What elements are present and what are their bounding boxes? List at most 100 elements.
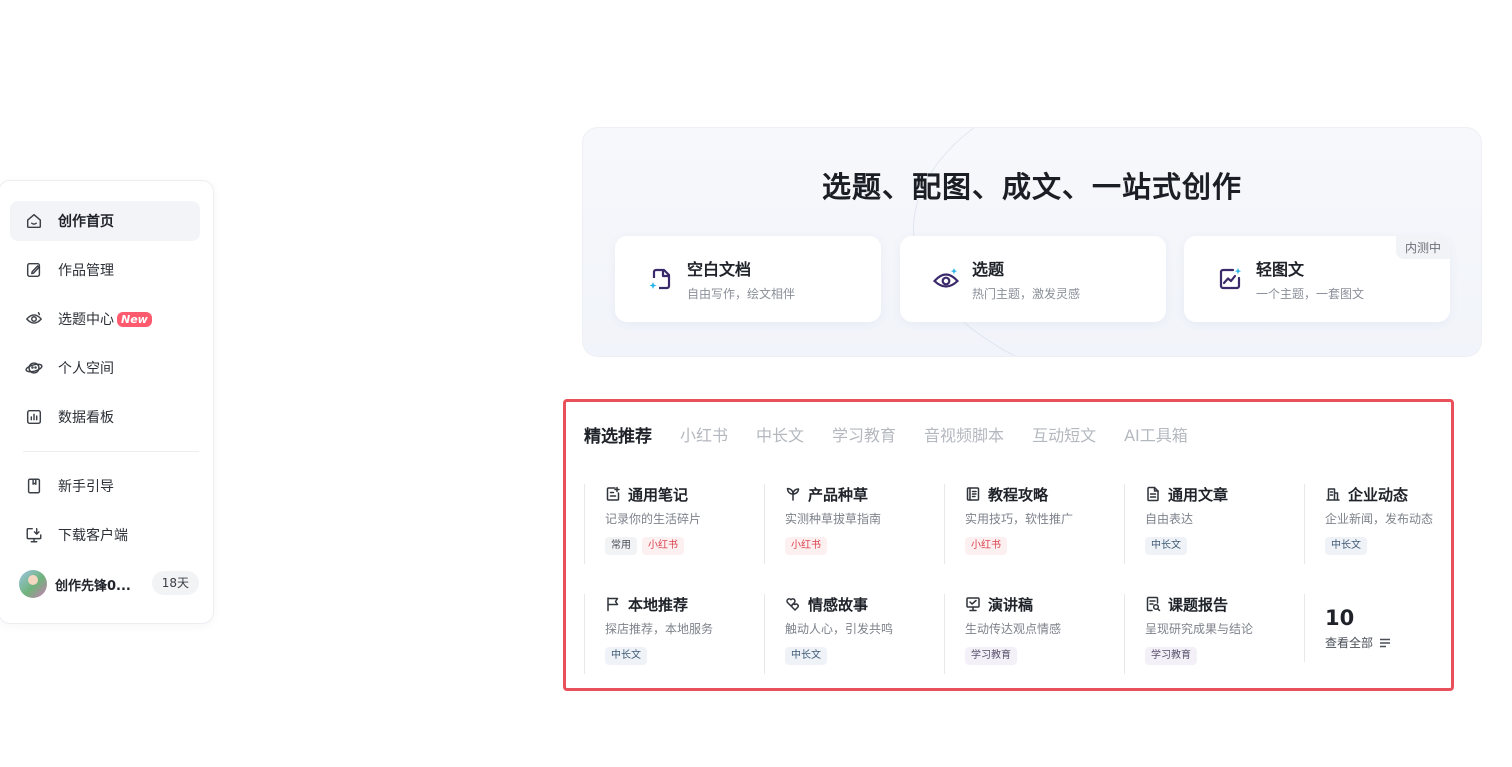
flag-icon [607,597,619,612]
note-icon [606,486,620,501]
sprout-icon [786,487,800,501]
template-tag: 中长文 [1325,537,1367,555]
card-subtitle: 热门主题，激发灵感 [972,287,1081,301]
template-desc: 呈现研究成果与结论 [1145,622,1254,636]
sidebar: 创作首页 作品管理 选题中心 New 个人空间 数据看板 新手引导 下载客户端 … [0,180,214,624]
template-tag: 常用 [605,537,637,555]
templates-count: 10 [1325,606,1355,630]
edit-icon [24,260,44,280]
sidebar-item-space[interactable]: 个人空间 [10,348,200,388]
sidebar-item-label: 作品管理 [58,263,114,279]
sidebar-item-label: 个人空间 [58,361,114,377]
template-tag: 中长文 [1145,537,1187,555]
template-desc: 探店推荐，本地服务 [605,622,714,636]
avatar[interactable] [19,570,47,598]
template-tabs: 精选推荐 小红书 中长文 学习教育 音视频脚本 互动短文 AI工具箱 [584,422,1216,447]
template-tag: 中长文 [785,647,827,665]
view-all-templates[interactable]: 10 查看全部 [1304,594,1474,662]
sidebar-item-topics[interactable]: 选题中心 New [10,299,200,339]
template-desc: 实用技巧，软性推广 [965,512,1074,526]
eye-sparkle-icon [932,265,960,293]
sidebar-item-label: 数据看板 [58,410,114,426]
sidebar-item-works[interactable]: 作品管理 [10,250,200,290]
sidebar-divider [23,451,199,452]
sidebar-item-home[interactable]: 创作首页 [10,201,200,241]
template-title: 产品种草 [808,485,869,504]
card-title: 选题 [972,260,1005,279]
blank-doc-card[interactable]: 空白文档 自由写作，绘文相伴 [615,236,881,322]
tab-xiaohongshu[interactable]: 小红书 [680,422,728,447]
template-title: 演讲稿 [988,595,1034,614]
hero-title: 选题、配图、成文、一站式创作 [821,170,1242,204]
light-image-card[interactable]: 内测中 轻图文 一个主题，一套图文 [1184,236,1450,322]
beta-tag: 内测中 [1395,236,1450,259]
template-tutorial[interactable]: 教程攻略 实用技巧，软性推广 小红书 [944,484,1114,564]
blank-doc-icon [647,265,675,293]
template-company-news[interactable]: 企业动态 企业新闻，发布动态 中长文 [1304,484,1474,564]
user-name: 创作先锋0... [55,578,131,594]
sidebar-item-dashboard[interactable]: 数据看板 [10,397,200,437]
tab-education[interactable]: 学习教育 [832,422,896,447]
list-icon [1380,638,1391,647]
tab-interactive-short[interactable]: 互动短文 [1032,422,1096,447]
report-icon [1146,596,1161,612]
eye-icon [24,309,44,329]
template-local-recommend[interactable]: 本地推荐 探店推荐，本地服务 中长文 [584,594,754,674]
tab-long-article[interactable]: 中长文 [756,422,804,447]
planet-icon [24,358,44,378]
template-tag: 小红书 [965,537,1007,555]
card-title: 空白文档 [687,260,752,279]
sidebar-item-label: 下载客户端 [58,528,128,544]
template-general-article[interactable]: 通用文章 自由表达 中长文 [1124,484,1294,564]
membership-days-badge: 18天 [151,571,199,595]
template-tag: 中长文 [605,647,647,665]
tab-featured[interactable]: 精选推荐 [584,422,652,447]
template-desc: 自由表达 [1145,512,1194,526]
template-desc: 生动传达观点情感 [965,622,1062,636]
monitor-download-icon [24,525,44,545]
sidebar-item-download[interactable]: 下载客户端 [10,515,200,555]
image-sparkle-icon [1216,265,1244,293]
template-research-report[interactable]: 课题报告 呈现研究成果与结论 学习教育 [1124,594,1294,674]
template-tag: 学习教育 [1145,647,1197,665]
template-product-review[interactable]: 产品种草 实测种草拔草指南 小红书 [764,484,934,564]
template-desc: 实测种草拔草指南 [785,512,882,526]
book-icon [966,487,980,501]
tab-av-script[interactable]: 音视频脚本 [924,422,1004,447]
template-emotional-story[interactable]: 情感故事 触动人心，引发共鸣 中长文 [764,594,934,674]
sidebar-item-label: 新手引导 [58,479,114,495]
card-subtitle: 一个主题，一套图文 [1256,287,1365,301]
user-profile[interactable]: 创作先锋0... 18天 [19,569,199,599]
template-title: 课题报告 [1168,595,1229,614]
template-desc: 企业新闻，发布动态 [1325,512,1434,526]
template-panel: 精选推荐 小红书 中长文 学习教育 音视频脚本 互动短文 AI工具箱 通用笔记 … [563,399,1454,691]
topic-card[interactable]: 选题 热门主题，激发灵感 [900,236,1166,322]
chart-icon [24,407,44,427]
sidebar-item-label: 选题中心 [58,312,114,328]
hearts-icon [786,598,799,611]
template-desc: 触动人心，引发共鸣 [785,622,894,636]
template-title: 情感故事 [808,595,869,614]
card-subtitle: 自由写作，绘文相伴 [687,287,796,301]
template-speech[interactable]: 演讲稿 生动传达观点情感 学习教育 [944,594,1114,674]
template-title: 通用文章 [1168,485,1229,504]
template-tag: 学习教育 [965,647,1017,665]
template-tag: 小红书 [642,537,684,555]
card-title: 轻图文 [1256,260,1305,279]
bookmark-icon [24,476,44,496]
sidebar-item-label: 创作首页 [58,214,114,230]
template-title: 本地推荐 [628,595,689,614]
sidebar-item-guide[interactable]: 新手引导 [10,466,200,506]
template-tag: 小红书 [785,537,827,555]
podium-icon [966,597,980,612]
template-title: 通用笔记 [628,485,689,504]
home-icon [24,211,44,231]
template-title: 企业动态 [1348,485,1409,504]
tab-ai-tools[interactable]: AI工具箱 [1124,422,1188,447]
hero-banner: 选题、配图、成文、一站式创作 空白文档 自由写作，绘文相伴 选题 热门主题，激发… [582,127,1482,357]
building-icon [1326,488,1340,501]
doc-icon [1147,486,1159,502]
template-title: 教程攻略 [988,485,1049,504]
new-badge: New [117,311,152,327]
template-general-note[interactable]: 通用笔记 记录你的生活碎片 常用 小红书 [584,484,754,564]
